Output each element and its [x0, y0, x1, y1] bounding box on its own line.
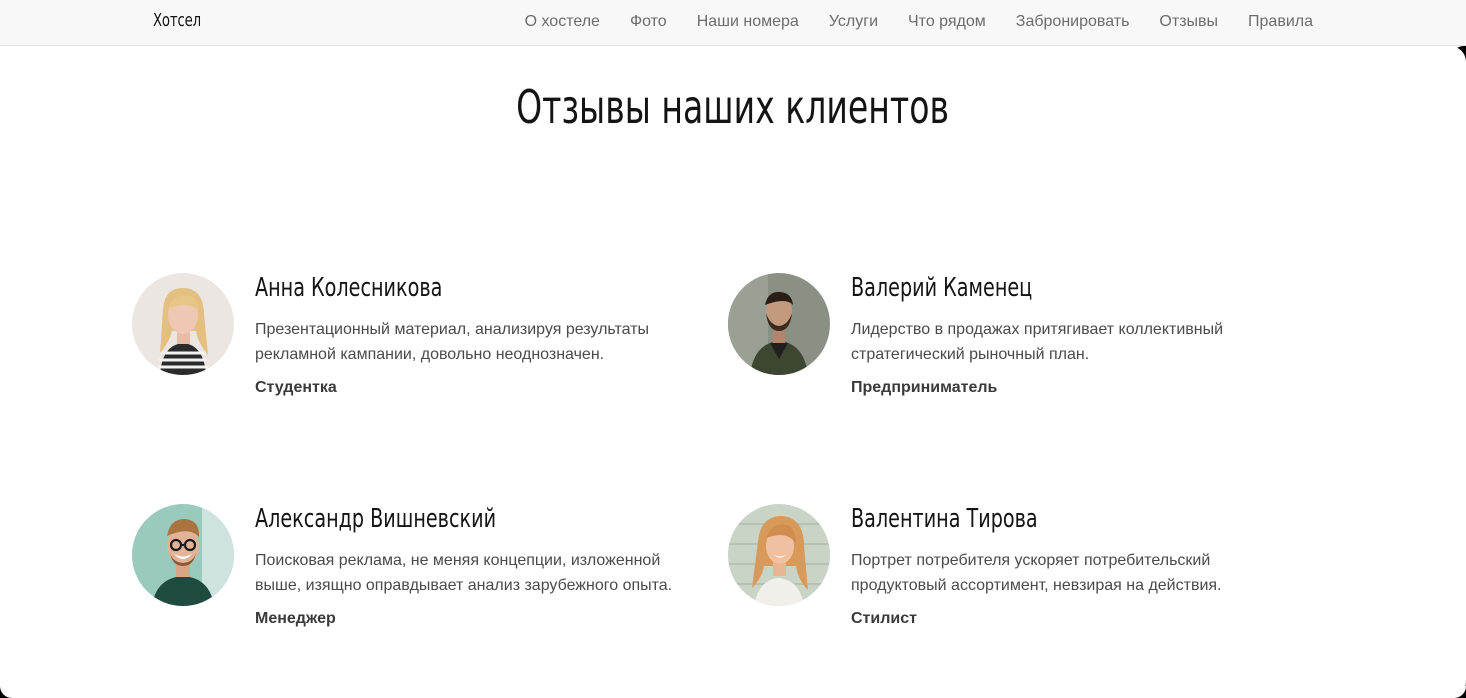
reviewer-role: Менеджер [255, 610, 336, 627]
nav-link-rules[interactable]: Правила [1248, 13, 1313, 30]
review-text: Поисковая реклама, не меняя концепции, и… [255, 552, 673, 594]
section-title-text: Отзывы наших клиентов [516, 80, 950, 134]
reviewer-name: Александр Вишневский [255, 504, 497, 534]
window-edge-bottom [0, 686, 1466, 698]
nav-item-about: О хостеле [525, 13, 600, 31]
nav-menu: О хостеле Фото Наши номера Услуги Что ря… [525, 0, 1313, 44]
reviewer-role: Стилист [851, 610, 917, 627]
nav-item-rules: Правила [1248, 13, 1313, 31]
nav-item-services: Услуги [829, 13, 878, 31]
avatar-photo [132, 504, 234, 606]
avatar [132, 504, 234, 606]
review-text: Лидерство в продажах притягивает коллект… [851, 321, 1224, 363]
nav-item-photo: Фото [630, 13, 667, 31]
nav-link-reviews[interactable]: Отзывы [1159, 13, 1218, 30]
review-card: Валерий Каменец Лидерство в продажах при… [728, 273, 1308, 423]
review-card: Валентина Тирова Портрет потребителя уск… [728, 504, 1308, 654]
nav-item-nearby: Что рядом [908, 13, 986, 31]
reviewer-name: Валерий Каменец [851, 273, 1033, 303]
nav-link-nearby[interactable]: Что рядом [908, 13, 986, 30]
section-title: Отзывы наших клиентов [0, 80, 1466, 134]
review-text: Презентационный материал, анализируя рез… [255, 321, 650, 363]
avatar-photo [728, 273, 830, 375]
nav-link-services[interactable]: Услуги [829, 13, 878, 30]
nav-item-rooms: Наши номера [697, 13, 799, 31]
nav-item-booking: Забронировать [1016, 13, 1130, 31]
avatar [728, 273, 830, 375]
reviewer-name: Валентина Тирова [851, 504, 1038, 534]
review-card: Анна Колесникова Презентационный материа… [132, 273, 712, 423]
review-text: Портрет потребителя ускоряет потребитель… [851, 552, 1222, 594]
reviewer-role: Студентка [255, 379, 337, 396]
avatar [132, 273, 234, 375]
nav-link-rooms[interactable]: Наши номера [697, 13, 799, 30]
brand-logo[interactable]: Хотсел [153, 10, 201, 31]
nav-link-booking[interactable]: Забронировать [1016, 13, 1130, 30]
review-card: Александр Вишневский Поисковая реклама, … [132, 504, 712, 654]
nav-item-reviews: Отзывы [1159, 13, 1218, 31]
reviewer-role: Предприниматель [851, 379, 998, 396]
avatar [728, 504, 830, 606]
avatar-photo [132, 273, 234, 375]
nav-link-about[interactable]: О хостеле [525, 13, 600, 30]
navbar: Хотсел О хостеле Фото Наши номера Услуги… [0, 0, 1466, 46]
nav-link-photo[interactable]: Фото [630, 13, 667, 30]
window-edge-right [1450, 46, 1466, 698]
avatar-photo [728, 504, 830, 606]
reviewer-name: Анна Колесникова [255, 273, 443, 303]
